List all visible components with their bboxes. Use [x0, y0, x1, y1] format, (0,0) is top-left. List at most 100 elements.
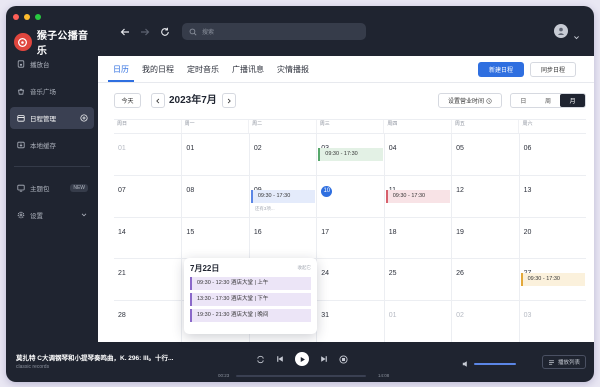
next-track-icon[interactable] [320, 355, 328, 363]
day-cell[interactable]: 05 [451, 133, 519, 175]
view-week-button[interactable]: 周 [536, 94, 561, 107]
weekday-label: 周二 [248, 120, 316, 133]
view-day-button[interactable]: 日 [511, 94, 536, 107]
day-cell[interactable]: 12 [451, 174, 519, 217]
new-schedule-button[interactable]: 新建日程 [478, 62, 524, 77]
view-month-button[interactable]: 月 [560, 94, 586, 107]
tab-timed-music[interactable]: 定时音乐 [182, 56, 224, 82]
sidebar-item-music-plaza[interactable]: 音乐广场 [10, 80, 94, 102]
day-events-popover: 7月22日 收起它 09:30 - 12:30 酒店大堂 | 上午 13:30 … [184, 258, 317, 334]
day-cell[interactable]: 16 [248, 216, 317, 259]
day-cell[interactable]: 17 [316, 216, 384, 259]
popover-event[interactable]: 19:30 - 21:30 酒店大堂 | 晚间 [190, 309, 311, 322]
app-window: 猴子公播音乐 播放台 音乐广场 日程管理 本地缓存 主题包 NEW 设置 搜索 … [6, 6, 594, 382]
day-cell[interactable]: 26 [451, 258, 519, 301]
new-badge: NEW [70, 184, 88, 192]
popover-event[interactable]: 09:30 - 12:30 酒店大堂 | 上午 [190, 277, 311, 290]
minimize-window-button[interactable] [24, 14, 30, 20]
close-window-button[interactable] [13, 14, 19, 20]
tab-calendar[interactable]: 日历 [108, 56, 134, 82]
day-cell[interactable]: 20 [518, 216, 586, 259]
calendar-icon [17, 115, 25, 122]
day-cell[interactable]: 31 [316, 300, 384, 342]
schedule-event[interactable]: 09:30 - 17:30 [385, 189, 451, 203]
sidebar-item-broadcast[interactable]: 播放台 [10, 53, 94, 75]
avatar[interactable] [554, 24, 568, 38]
schedule-event[interactable]: 09:30 - 17:30 [250, 189, 316, 203]
sidebar: 猴子公播音乐 播放台 音乐广场 日程管理 本地缓存 主题包 NEW 设置 [6, 6, 98, 342]
theme-icon [17, 184, 25, 192]
day-cell[interactable]: 01 [383, 300, 452, 342]
sidebar-item-local-cache[interactable]: 本地缓存 [10, 134, 94, 156]
maximize-window-button[interactable] [35, 14, 41, 20]
stop-icon[interactable] [339, 354, 348, 364]
day-cell[interactable]: 11 09:30 - 17:30 [383, 174, 452, 217]
progress-bar[interactable] [236, 375, 366, 377]
chevron-down-icon[interactable] [80, 211, 88, 219]
next-month-button[interactable] [222, 93, 236, 108]
weekday-label: 周六 [518, 120, 586, 133]
day-cell[interactable]: 25 [383, 258, 452, 301]
day-cell[interactable]: 13 [518, 174, 586, 217]
search-input[interactable]: 搜索 [182, 23, 366, 40]
previous-track-icon[interactable] [276, 355, 284, 363]
day-cell[interactable]: 15 [181, 216, 249, 259]
forward-arrow-icon[interactable] [140, 27, 150, 40]
day-number: 14 [118, 228, 126, 236]
more-events-link[interactable]: 还有3项... [255, 206, 275, 212]
schedule-event[interactable]: 09:30 - 17:30 [318, 148, 383, 161]
tab-broadcast-message[interactable]: 广播讯息 [227, 56, 269, 82]
sidebar-item-label: 主题包 [30, 186, 50, 193]
sidebar-item-schedule[interactable]: 日程管理 [10, 107, 94, 129]
day-cell[interactable]: 03 [518, 300, 586, 342]
popover-event[interactable]: 13:30 - 17:30 酒店大堂 | 下午 [190, 293, 311, 306]
day-cell[interactable]: 28 [114, 300, 182, 342]
volume-icon[interactable] [462, 360, 470, 368]
day-cell[interactable]: 21 [114, 258, 182, 300]
chevron-down-icon[interactable] [573, 28, 580, 46]
tab-my-schedule[interactable]: 我的日程 [137, 56, 179, 82]
day-number: 26 [456, 270, 464, 278]
day-cell[interactable]: 08 [181, 174, 249, 217]
sidebar-item-settings[interactable]: 设置 [10, 204, 94, 226]
sync-schedule-button[interactable]: 同步日程 [530, 62, 576, 77]
add-schedule-icon[interactable] [80, 114, 88, 122]
day-cell[interactable]: 01 [181, 133, 249, 175]
day-cell[interactable]: 27 09:30 - 17:30 [518, 258, 586, 301]
work-hours-button[interactable]: 设置营业时间 [438, 93, 502, 108]
day-number: 07 [118, 186, 126, 194]
topbar: 搜索 [98, 6, 594, 56]
day-cell[interactable]: 10 [316, 174, 384, 217]
search-icon [189, 28, 197, 36]
volume-slider[interactable] [474, 363, 516, 365]
tab-disaster-broadcast[interactable]: 灾情播报 [272, 56, 314, 82]
brand-logo-icon [14, 33, 32, 51]
day-cell[interactable]: 01 [114, 133, 182, 175]
prev-month-button[interactable] [151, 93, 165, 108]
day-number: 17 [321, 228, 330, 236]
repeat-icon[interactable] [256, 355, 265, 364]
day-cell[interactable]: 07 [114, 174, 182, 217]
day-cell[interactable]: 18 [383, 216, 452, 259]
day-number: 02 [253, 145, 262, 152]
refresh-icon[interactable] [160, 27, 170, 40]
day-cell[interactable]: 14 [114, 216, 182, 259]
today-button[interactable]: 今天 [114, 93, 141, 108]
day-cell[interactable]: 04 [383, 133, 452, 175]
play-button[interactable] [295, 352, 309, 366]
day-cell[interactable]: 09 09:30 - 17:30 还有3项... [248, 174, 317, 217]
day-cell[interactable]: 03 09:30 - 17:30 [316, 133, 384, 175]
song-artist: classic records [16, 364, 50, 370]
day-number: 15 [186, 228, 195, 236]
day-cell[interactable]: 06 [518, 133, 586, 175]
playlist-button[interactable]: 播放列表 [542, 355, 586, 369]
schedule-event[interactable]: 09:30 - 17:30 [520, 273, 585, 287]
back-arrow-icon[interactable] [120, 27, 130, 40]
day-cell[interactable]: 24 [316, 258, 384, 301]
day-cell[interactable]: 02 [451, 300, 519, 342]
day-cell[interactable]: 19 [451, 216, 519, 259]
collapse-link[interactable]: 收起它 [298, 265, 312, 271]
day-cell[interactable]: 02 [248, 133, 317, 175]
sidebar-item-theme[interactable]: 主题包 NEW [10, 177, 94, 199]
sidebar-item-label: 日程管理 [30, 116, 56, 123]
